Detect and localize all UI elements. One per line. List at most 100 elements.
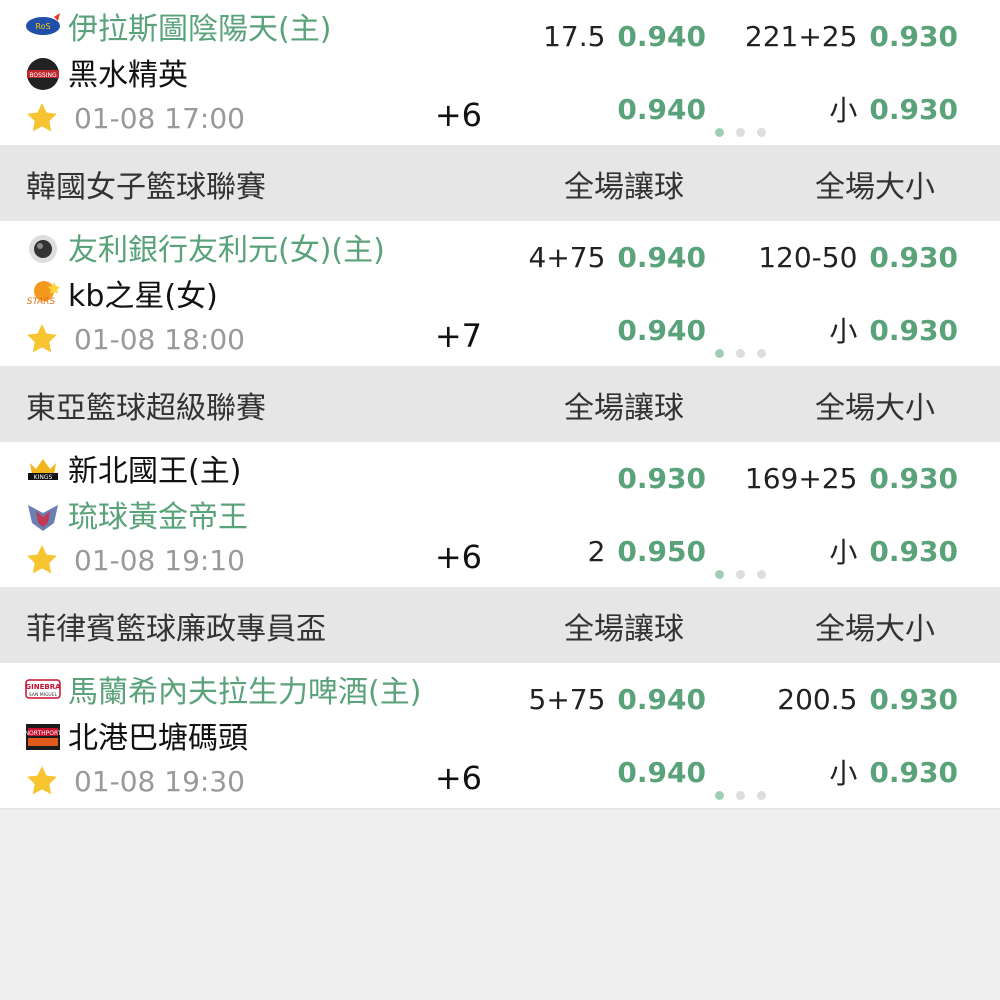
match-time: 01-08 17:00 xyxy=(74,101,245,135)
column-header-total: 全場大小 xyxy=(815,170,935,205)
match-teams[interactable]: KINGS 新北國王(主) 琉球黃金帝王 01-08 19:10 +6 xyxy=(0,442,498,587)
handicap-line: 5+75 xyxy=(528,682,606,716)
page-indicator xyxy=(715,349,766,358)
match-card[interactable]: 友利銀行友利元(女)(主) STARS kb之星(女) 01-08 18:00 … xyxy=(0,221,1000,368)
match-teams[interactable]: GINEBRA SAN MIGUEL 馬蘭希內夫拉生力啤酒(主) NORTHPOR… xyxy=(0,663,498,808)
odds-value: 0.940 xyxy=(617,19,706,53)
odds-value: 0.940 xyxy=(617,240,706,274)
odds-value: 0.930 xyxy=(869,534,958,568)
star-icon[interactable] xyxy=(24,763,60,799)
handicap-line: 2 xyxy=(587,534,606,568)
star-icon[interactable] xyxy=(24,321,60,357)
page-indicator xyxy=(715,570,766,579)
handicap-away-cell[interactable]: 0.940 xyxy=(500,294,748,366)
page-dot xyxy=(715,128,724,137)
page-dot xyxy=(757,570,766,579)
under-cell[interactable]: 小 0.930 xyxy=(750,736,1000,808)
more-markets-count[interactable]: +7 xyxy=(435,317,482,355)
away-team-name: 黑水精英 xyxy=(68,58,188,93)
handicap-home-cell[interactable]: 17.5 0.940 xyxy=(500,0,748,72)
total-line: 小 xyxy=(829,757,858,790)
svg-text:NORTHPORT: NORTHPORT xyxy=(25,730,62,737)
over-cell[interactable]: 120-50 0.930 xyxy=(750,221,1000,293)
page-indicator xyxy=(715,791,766,800)
under-cell[interactable]: 小 0.930 xyxy=(750,294,1000,366)
column-header-handicap: 全場讓球 xyxy=(564,170,684,205)
match-card[interactable]: GINEBRA SAN MIGUEL 馬蘭希內夫拉生力啤酒(主) NORTHPOR… xyxy=(0,663,1000,810)
away-team-row: 琉球黃金帝王 xyxy=(24,494,248,535)
odds-value: 0.930 xyxy=(869,313,958,347)
more-markets-count[interactable]: +6 xyxy=(435,759,482,797)
home-team-row: 友利銀行友利元(女)(主) xyxy=(24,227,385,268)
star-icon[interactable] xyxy=(24,100,60,136)
svg-text:SAN MIGUEL: SAN MIGUEL xyxy=(29,692,58,698)
page-dot xyxy=(736,570,745,579)
handicap-away-cell[interactable]: 0.940 xyxy=(500,73,748,145)
handicap-line: 17.5 xyxy=(543,19,606,53)
home-team-name: 友利銀行友利元(女)(主) xyxy=(68,233,385,268)
column-header-handicap: 全場讓球 xyxy=(564,612,684,647)
total-line: 小 xyxy=(829,94,858,127)
handicap-home-cell[interactable]: 4+75 0.940 xyxy=(500,221,748,293)
total-line: 200.5 xyxy=(777,682,858,716)
home-team-row: GINEBRA SAN MIGUEL 馬蘭希內夫拉生力啤酒(主) xyxy=(24,669,422,710)
away-team-name: kb之星(女) xyxy=(68,279,218,314)
home-team-name: 新北國王(主) xyxy=(68,454,242,489)
match-teams[interactable]: 友利銀行友利元(女)(主) STARS kb之星(女) 01-08 18:00 … xyxy=(0,221,498,366)
odds-value: 0.930 xyxy=(869,461,958,495)
handicap-home-cell[interactable]: 0.930 xyxy=(500,442,748,514)
home-team-name: 伊拉斯圖陰陽天(主) xyxy=(68,12,332,47)
away-team-name: 琉球黃金帝王 xyxy=(68,500,248,535)
match-time: 01-08 18:00 xyxy=(74,322,245,356)
league-name: 菲律賓籃球廉政專員盃 xyxy=(26,612,326,647)
odds-value: 0.930 xyxy=(869,755,958,789)
column-header-handicap: 全場讓球 xyxy=(564,391,684,426)
odds-value: 0.930 xyxy=(869,19,958,53)
team-logo-icon: GINEBRA SAN MIGUEL xyxy=(24,674,62,704)
match-time-row: 01-08 19:10 xyxy=(24,540,245,580)
league-header[interactable]: 東亞籃球超級聯賽 全場讓球 全場大小 xyxy=(0,368,1000,442)
over-cell[interactable]: 200.5 0.930 xyxy=(750,663,1000,735)
away-team-row: BOSSING 黑水精英 xyxy=(24,52,188,93)
svg-text:GINEBRA: GINEBRA xyxy=(25,683,61,691)
league-header[interactable]: 菲律賓籃球廉政專員盃 全場讓球 全場大小 xyxy=(0,589,1000,663)
odds-value: 0.950 xyxy=(617,534,706,568)
page-dot xyxy=(736,128,745,137)
handicap-home-cell[interactable]: 5+75 0.940 xyxy=(500,663,748,735)
team-logo-icon: KINGS xyxy=(24,453,62,483)
team-logo-icon xyxy=(24,499,62,531)
more-markets-count[interactable]: +6 xyxy=(435,538,482,576)
home-team-name: 馬蘭希內夫拉生力啤酒(主) xyxy=(68,675,422,710)
total-line: 120-50 xyxy=(758,240,858,274)
match-time-row: 01-08 17:00 xyxy=(24,98,245,138)
handicap-away-cell[interactable]: 0.940 xyxy=(500,736,748,808)
league-name: 東亞籃球超級聯賽 xyxy=(26,391,266,426)
league-header[interactable]: 韓國女子籃球聯賽 全場讓球 全場大小 xyxy=(0,147,1000,221)
match-card[interactable]: RoS 伊拉斯圖陰陽天(主) BOSSING 黑水精英 01-08 17:00 … xyxy=(0,0,1000,147)
team-logo-icon: STARS xyxy=(24,278,62,308)
match-teams[interactable]: RoS 伊拉斯圖陰陽天(主) BOSSING 黑水精英 01-08 17:00 … xyxy=(0,0,498,145)
under-cell[interactable]: 小 0.930 xyxy=(750,515,1000,587)
match-list: RoS 伊拉斯圖陰陽天(主) BOSSING 黑水精英 01-08 17:00 … xyxy=(0,0,1000,810)
match-time-row: 01-08 19:30 xyxy=(24,761,245,801)
more-markets-count[interactable]: +6 xyxy=(435,96,482,134)
over-cell[interactable]: 169+25 0.930 xyxy=(745,442,1000,514)
page-dot xyxy=(736,349,745,358)
page-dot xyxy=(715,349,724,358)
home-team-row: KINGS 新北國王(主) xyxy=(24,448,242,489)
odds-value: 0.940 xyxy=(617,682,706,716)
handicap-away-cell[interactable]: 2 0.950 xyxy=(500,515,748,587)
svg-text:KINGS: KINGS xyxy=(34,474,53,481)
match-card[interactable]: KINGS 新北國王(主) 琉球黃金帝王 01-08 19:10 +6 0.93… xyxy=(0,442,1000,589)
star-icon[interactable] xyxy=(24,542,60,578)
odds-value: 0.930 xyxy=(869,240,958,274)
under-cell[interactable]: 小 0.930 xyxy=(750,73,1000,145)
over-cell[interactable]: 221+25 0.930 xyxy=(745,0,1000,72)
svg-text:STARS: STARS xyxy=(27,297,56,307)
odds-value: 0.940 xyxy=(617,92,706,126)
away-team-row: NORTHPORT 北港巴塘碼頭 xyxy=(24,715,248,756)
odds-value: 0.930 xyxy=(869,92,958,126)
page-dot xyxy=(715,791,724,800)
away-team-name: 北港巴塘碼頭 xyxy=(68,721,248,756)
total-line: 小 xyxy=(829,536,858,569)
